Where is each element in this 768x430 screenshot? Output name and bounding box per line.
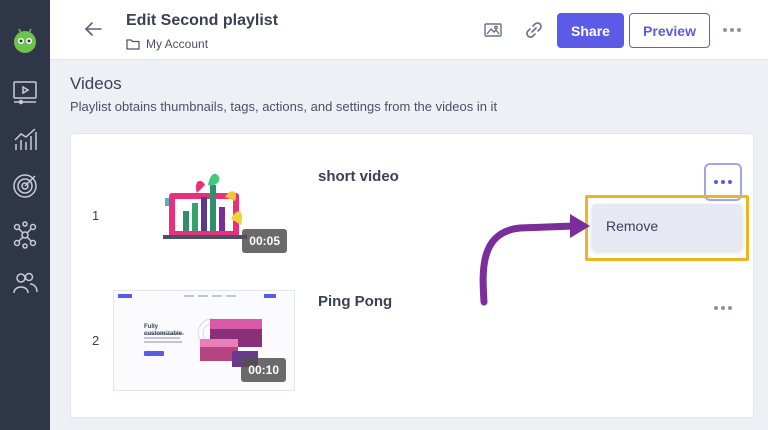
share-button[interactable]: Share xyxy=(557,13,624,48)
more-icon xyxy=(714,306,732,310)
row-index: 1 xyxy=(92,208,100,223)
header: Edit Second playlist My Account Share Pr… xyxy=(50,0,768,60)
analytics-icon[interactable] xyxy=(11,126,39,154)
video-more-button[interactable] xyxy=(704,289,742,327)
breadcrumb-label: My Account xyxy=(146,37,209,51)
row-index: 2 xyxy=(92,333,100,348)
video-icon[interactable] xyxy=(11,78,39,106)
section-title: Videos xyxy=(70,74,122,93)
header-more-button[interactable] xyxy=(720,20,744,40)
video-duration: 00:05 xyxy=(242,229,287,253)
preview-button[interactable]: Preview xyxy=(629,13,710,48)
page-title: Edit Second playlist xyxy=(126,12,279,29)
sidebar xyxy=(0,0,50,430)
users-icon[interactable] xyxy=(11,269,39,297)
thumbnail-headline: Fully xyxy=(144,324,159,330)
video-title[interactable]: short video xyxy=(318,168,399,185)
target-icon[interactable] xyxy=(11,172,39,200)
logo-icon[interactable] xyxy=(11,26,39,54)
more-icon xyxy=(723,28,741,32)
link-icon[interactable] xyxy=(524,20,544,40)
more-icon xyxy=(714,180,732,184)
network-icon[interactable] xyxy=(11,221,39,249)
breadcrumb[interactable]: My Account xyxy=(126,37,208,51)
folder-icon xyxy=(126,39,140,50)
video-duration: 00:10 xyxy=(241,358,286,382)
thumbnail-headline: customizable xyxy=(144,331,183,337)
video-title[interactable]: Ping Pong xyxy=(318,293,392,310)
video-thumbnail[interactable]: 00:05 xyxy=(113,163,295,261)
highlight-box xyxy=(585,195,749,261)
back-arrow-icon[interactable] xyxy=(82,18,104,40)
image-icon[interactable] xyxy=(483,20,503,40)
video-thumbnail[interactable]: Fully customizable 00:10 xyxy=(113,290,295,391)
section-description: Playlist obtains thumbnails, tags, actio… xyxy=(70,99,498,114)
